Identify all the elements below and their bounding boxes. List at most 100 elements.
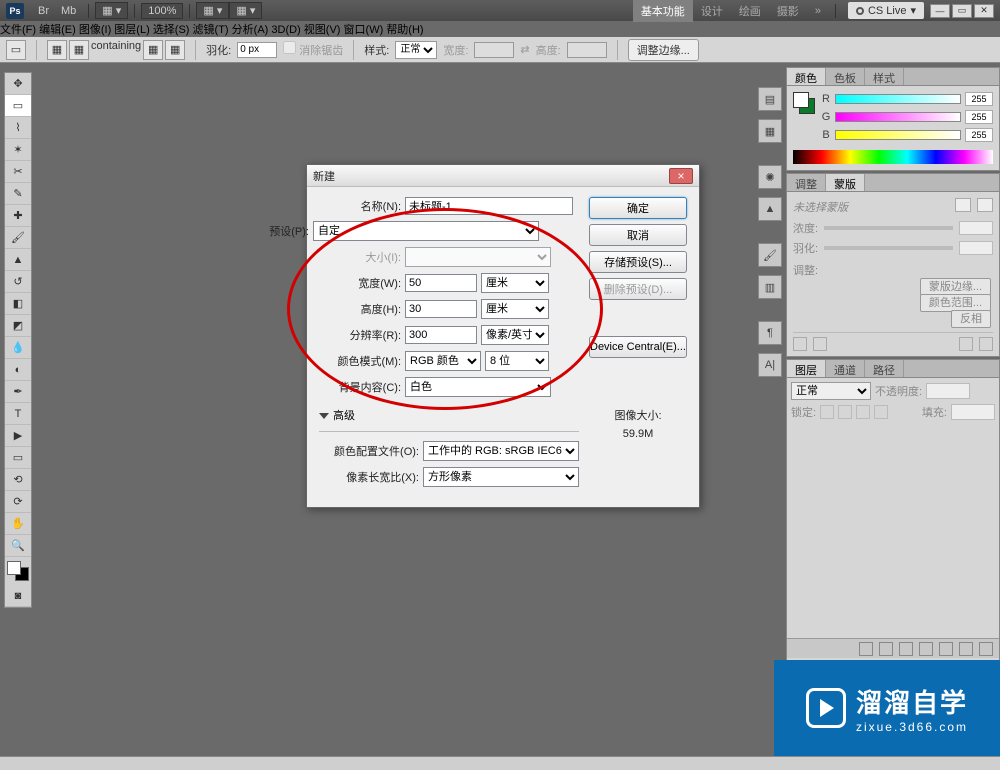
workspace-tab-active[interactable]: 基本功能 <box>633 0 693 22</box>
color-swatch[interactable] <box>7 561 29 581</box>
dock-brushpreset-icon[interactable]: 🖌 <box>758 243 782 267</box>
g-slider[interactable] <box>835 112 961 122</box>
window-minimize[interactable]: — <box>930 4 950 18</box>
workspace-tab-paint[interactable]: 绘画 <box>731 0 769 22</box>
menu-window[interactable]: 窗口(W) <box>344 24 384 36</box>
menu-edit[interactable]: 编辑(E) <box>39 24 76 36</box>
vector-mask-icon[interactable] <box>977 198 993 212</box>
tab-layers[interactable]: 图层 <box>787 360 826 377</box>
eyedropper-tool[interactable]: ✎ <box>5 183 31 205</box>
menu-layer[interactable]: 图层(L) <box>114 24 149 36</box>
healing-tool[interactable]: ✚ <box>5 205 31 227</box>
tab-adjust[interactable]: 调整 <box>787 174 826 191</box>
r-slider[interactable] <box>835 94 961 104</box>
selection-intersect-icon[interactable]: ▦ <box>165 40 185 60</box>
crop-tool[interactable]: ✂ <box>5 161 31 183</box>
blur-tool[interactable]: 💧 <box>5 337 31 359</box>
dock-actions-icon[interactable]: ▦ <box>758 119 782 143</box>
width-unit-select[interactable]: 厘米 <box>481 273 549 293</box>
zoom-dropdown[interactable]: 100% <box>141 3 183 19</box>
workspace-more[interactable]: » <box>807 2 829 20</box>
group-icon[interactable] <box>939 642 953 656</box>
dialog-close-icon[interactable]: × <box>669 168 693 184</box>
tab-paths[interactable]: 路径 <box>865 360 904 377</box>
3d-tool[interactable]: ⟲ <box>5 469 31 491</box>
arrange-dropdown[interactable]: ▦ ▾ <box>95 2 128 19</box>
save-preset-button[interactable]: 存储预设(S)... <box>589 251 687 273</box>
minibridge-icon[interactable]: Mb <box>55 3 82 19</box>
preset-select[interactable]: 自定 <box>313 221 539 241</box>
tab-color[interactable]: 颜色 <box>787 68 826 85</box>
disable-mask-icon[interactable] <box>959 337 973 351</box>
menu-3d[interactable]: 3D(D) <box>271 24 300 36</box>
bridge-icon[interactable]: Br <box>32 3 55 19</box>
gradient-tool[interactable]: ◩ <box>5 315 31 337</box>
blend-mode-select[interactable]: 正常 <box>791 382 871 400</box>
bg-content-select[interactable]: 白色 <box>405 377 551 397</box>
3d-camera-tool[interactable]: ⟳ <box>5 491 31 513</box>
dock-paragraph-icon[interactable]: ¶ <box>758 321 782 345</box>
r-value[interactable]: 255 <box>965 92 993 106</box>
color-mode-select[interactable]: RGB 颜色 <box>405 351 481 371</box>
b-slider[interactable] <box>835 130 961 140</box>
refine-edge-button[interactable]: 调整边缘... <box>628 39 699 61</box>
tab-swatches[interactable]: 色板 <box>826 68 865 85</box>
invert-button[interactable]: 反相 <box>951 310 991 328</box>
dock-brush-icon[interactable]: ✺ <box>758 165 782 189</box>
delete-preset-button[interactable]: 删除预设(D)... <box>589 278 687 300</box>
lock-all-icon[interactable] <box>874 405 888 419</box>
pen-tool[interactable]: ✒ <box>5 381 31 403</box>
adjustment-layer-icon[interactable] <box>919 642 933 656</box>
dock-history-icon[interactable]: ▤ <box>758 87 782 111</box>
advanced-chevron-icon[interactable] <box>319 413 329 419</box>
magic-wand-tool[interactable]: ✶ <box>5 139 31 161</box>
lasso-tool[interactable]: ⌇ <box>5 117 31 139</box>
eraser-tool[interactable]: ◧ <box>5 293 31 315</box>
menu-filter[interactable]: 滤镜(T) <box>193 24 229 36</box>
dock-clone-icon[interactable]: ▲ <box>758 197 782 221</box>
width-input-dlg[interactable] <box>405 274 477 292</box>
menu-file[interactable]: 文件(F) <box>0 24 36 36</box>
clone-stamp-tool[interactable]: ▲ <box>5 249 31 271</box>
lock-trans-icon[interactable] <box>820 405 834 419</box>
brush-tool[interactable]: 🖌 <box>5 227 31 249</box>
type-tool[interactable]: T <box>5 403 31 425</box>
workspace-tab-design[interactable]: 设计 <box>693 0 731 22</box>
layer-mask-icon[interactable] <box>899 642 913 656</box>
cslive-button[interactable]: CS Live▾ <box>848 2 924 19</box>
selection-subtract-icon[interactable]: ▦ <box>143 40 163 60</box>
screen-mode-dropdown[interactable]: ▦ ▾ <box>196 2 229 19</box>
new-layer-icon[interactable] <box>959 642 973 656</box>
color-profile-select[interactable]: 工作中的 RGB: sRGB IEC6... <box>423 441 579 461</box>
fg-bg-swatch[interactable] <box>793 92 815 114</box>
b-value[interactable]: 255 <box>965 128 993 142</box>
shape-tool[interactable]: ▭ <box>5 447 31 469</box>
load-sel-icon[interactable] <box>793 337 807 351</box>
tab-channels[interactable]: 通道 <box>826 360 865 377</box>
dock-toolpreset-icon[interactable]: ▥ <box>758 275 782 299</box>
history-brush-tool[interactable]: ↺ <box>5 271 31 293</box>
resolution-unit-select[interactable]: 像素/英寸 <box>481 325 549 345</box>
name-input[interactable] <box>405 197 573 215</box>
window-maximize[interactable]: ▭ <box>952 4 972 18</box>
tab-mask[interactable]: 蒙版 <box>826 174 865 191</box>
cancel-button[interactable]: 取消 <box>589 224 687 246</box>
lock-image-icon[interactable] <box>838 405 852 419</box>
bit-depth-select[interactable]: 8 位 <box>485 351 549 371</box>
feather-input[interactable] <box>237 42 277 58</box>
selection-add-icon[interactable]: ▦ <box>69 40 89 60</box>
menu-analysis[interactable]: 分析(A) <box>232 24 269 36</box>
advanced-label[interactable]: 高级 <box>333 410 355 422</box>
hand-tool[interactable]: ✋ <box>5 513 31 535</box>
menu-image[interactable]: 图像(I) <box>79 24 111 36</box>
ok-button[interactable]: 确定 <box>589 197 687 219</box>
path-select-tool[interactable]: ▶ <box>5 425 31 447</box>
resolution-input[interactable] <box>405 326 477 344</box>
menu-select[interactable]: 选择(S) <box>153 24 190 36</box>
layer-style-icon[interactable] <box>879 642 893 656</box>
style-select[interactable]: 正常 <box>395 41 437 59</box>
color-spectrum[interactable] <box>793 150 993 164</box>
height-unit-select[interactable]: 厘米 <box>481 299 549 319</box>
workspace-tab-photo[interactable]: 摄影 <box>769 0 807 22</box>
tool-preset-icon[interactable]: ▭ <box>6 40 26 60</box>
